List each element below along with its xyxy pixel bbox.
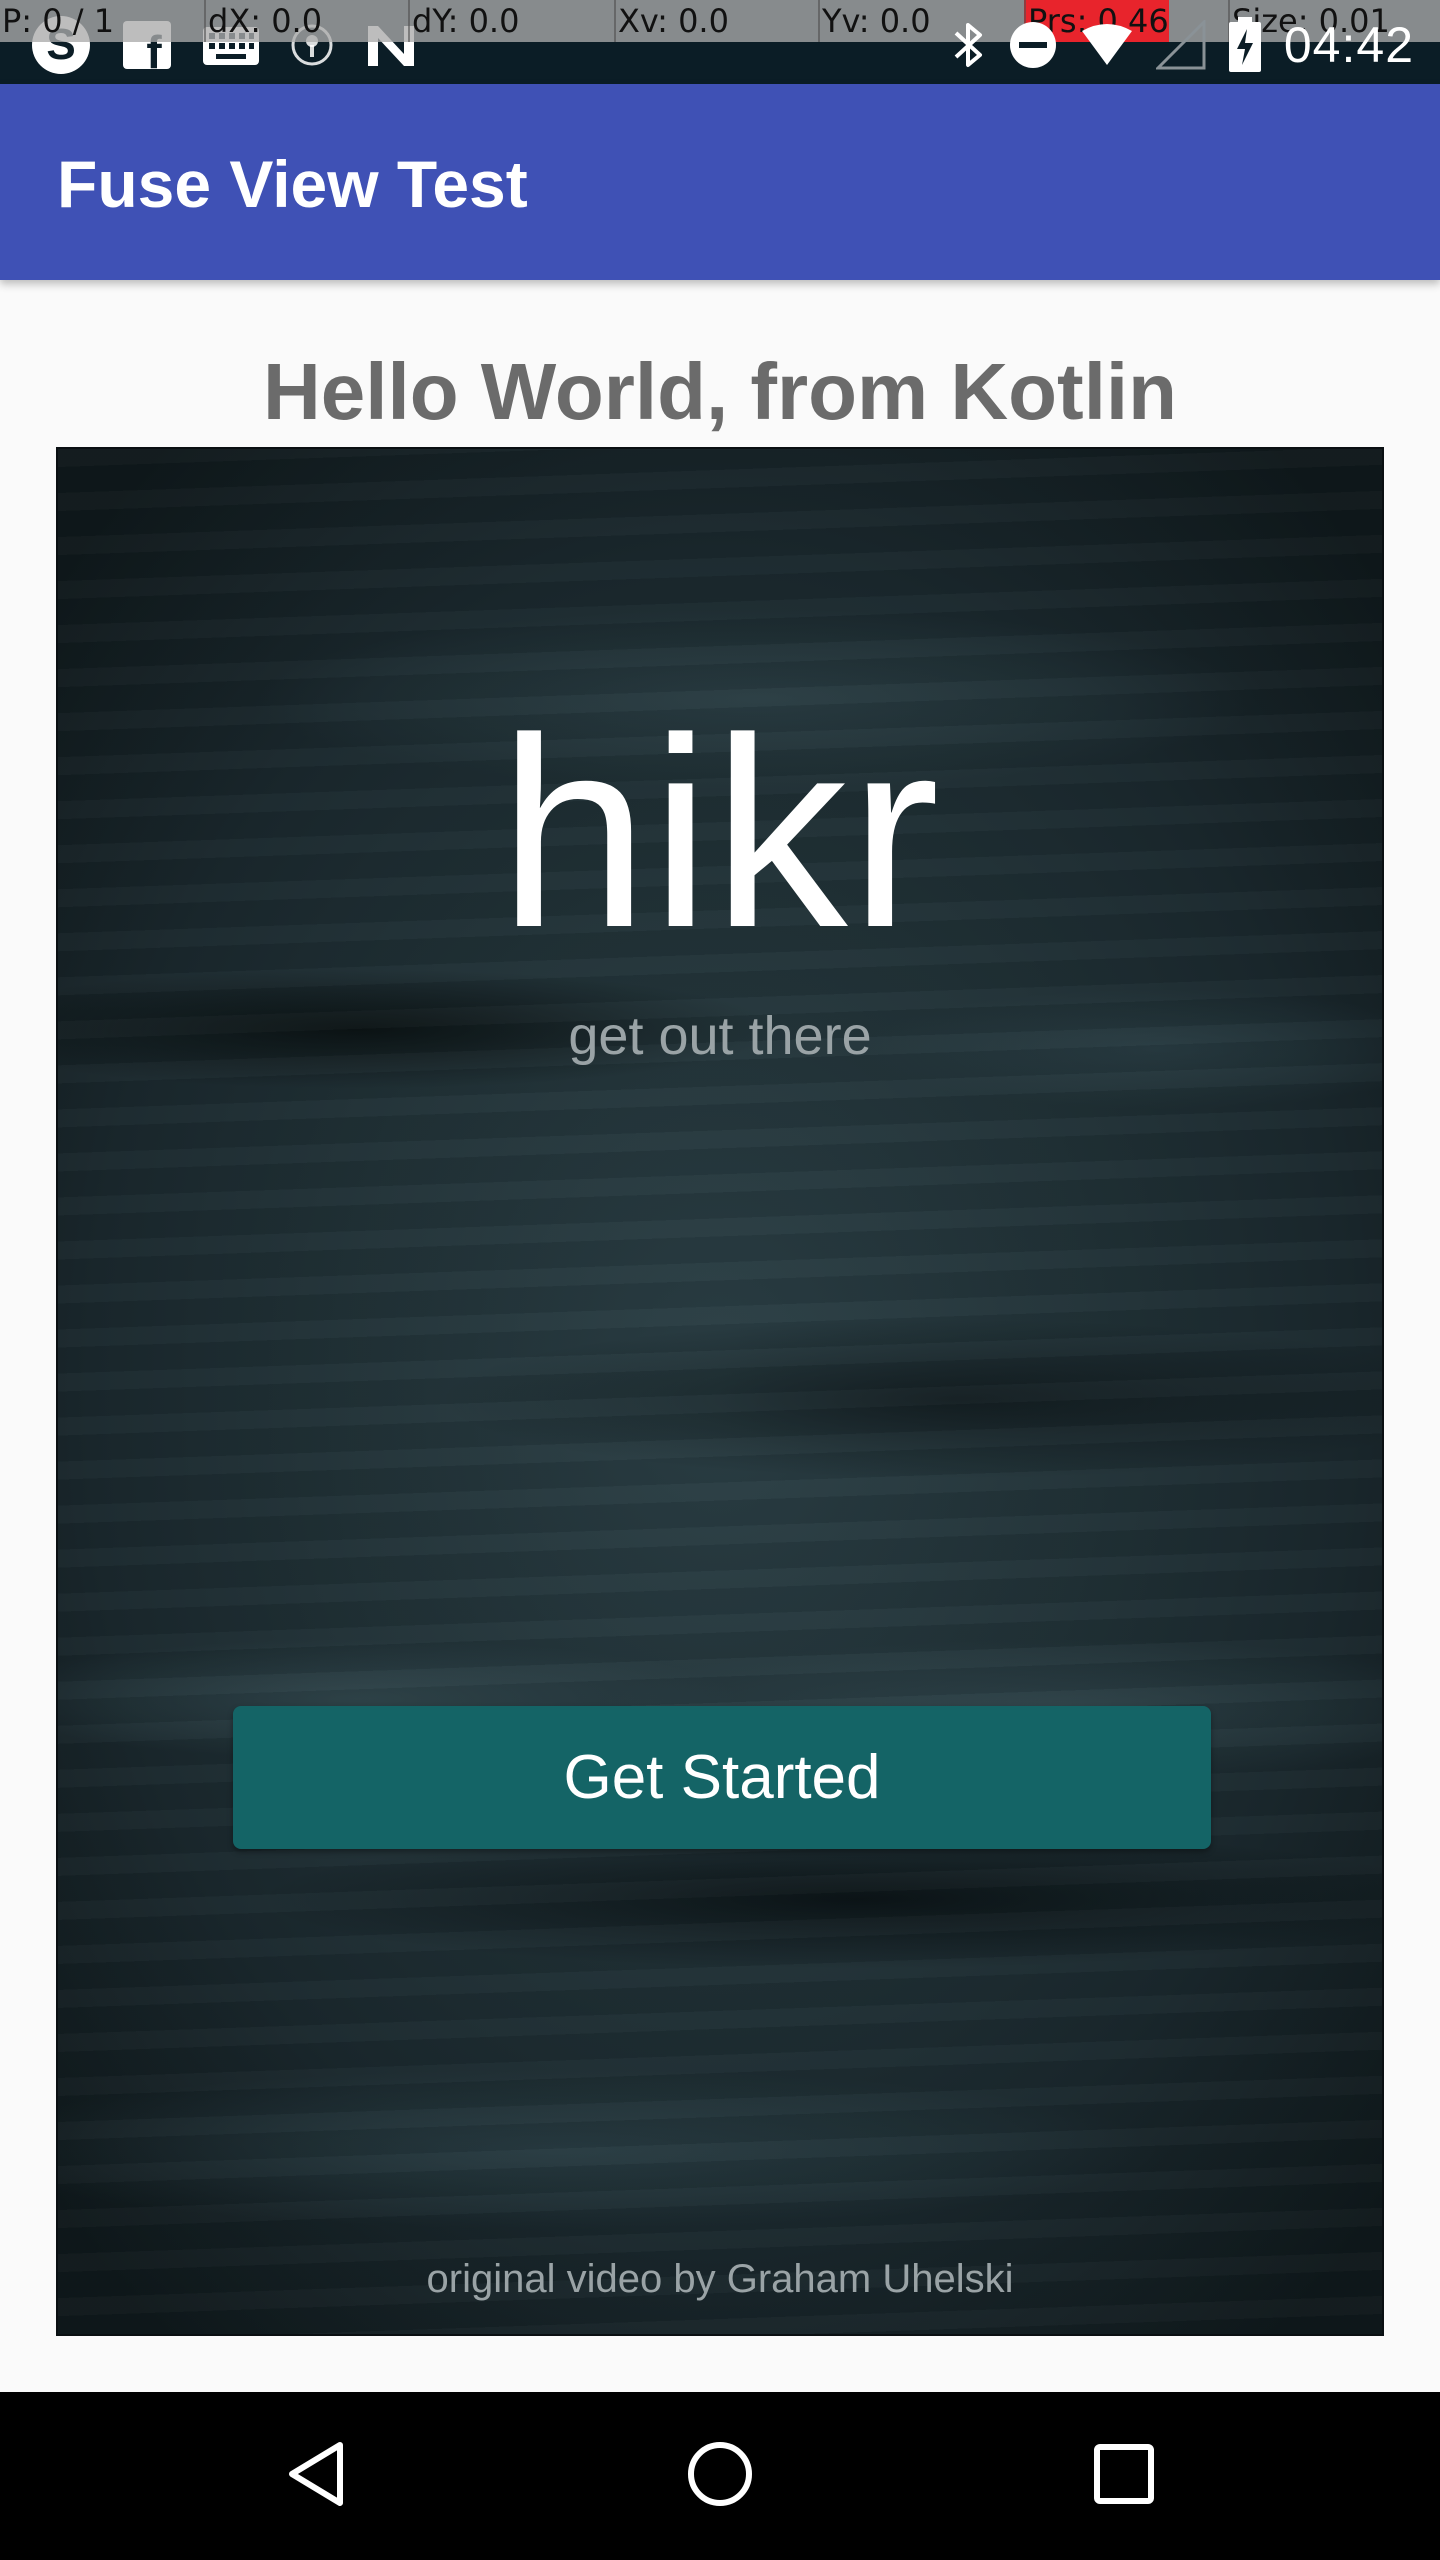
debug-dx: dX: 0.0 bbox=[204, 0, 322, 42]
hello-heading: Hello World, from Kotlin bbox=[262, 347, 1178, 436]
recents-button[interactable] bbox=[1024, 2392, 1224, 2560]
navigation-bar bbox=[0, 2392, 1440, 2560]
cell-signal-icon bbox=[1155, 20, 1206, 70]
system-icons: 04:42 bbox=[952, 12, 1414, 78]
home-icon bbox=[685, 2439, 755, 2513]
status-bar: P: 0 / 1 dX: 0.0 dY: 0.0 Xv: 0.0 Yv: 0.0… bbox=[0, 0, 1440, 84]
video-credit: original video by Graham Uhelski bbox=[426, 2257, 1014, 2301]
debug-xv: Xv: 0.0 bbox=[614, 0, 729, 42]
tagline: get out there bbox=[568, 1006, 872, 1066]
back-button[interactable] bbox=[216, 2392, 416, 2560]
get-started-button[interactable]: Get Started bbox=[233, 1706, 1211, 1849]
wifi-icon bbox=[1080, 23, 1134, 67]
debug-dy: dY: 0.0 bbox=[408, 0, 519, 42]
battery-charging-icon bbox=[1228, 17, 1262, 73]
do-not-disturb-icon bbox=[1008, 20, 1058, 70]
app-title: Fuse View Test bbox=[57, 147, 528, 221]
hikr-logo: hikr bbox=[498, 683, 942, 984]
home-button[interactable] bbox=[620, 2392, 820, 2560]
back-icon bbox=[284, 2439, 348, 2513]
app-bar: Fuse View Test bbox=[0, 84, 1440, 280]
debug-pointers: P: 0 / 1 bbox=[2, 2, 115, 40]
debug-yv: Yv: 0.0 bbox=[818, 0, 931, 42]
bluetooth-icon bbox=[952, 19, 986, 71]
fuse-view-panel: hikr get out there Get Started original … bbox=[56, 447, 1384, 2336]
status-clock: 04:42 bbox=[1283, 17, 1414, 73]
recents-icon bbox=[1093, 2443, 1155, 2509]
